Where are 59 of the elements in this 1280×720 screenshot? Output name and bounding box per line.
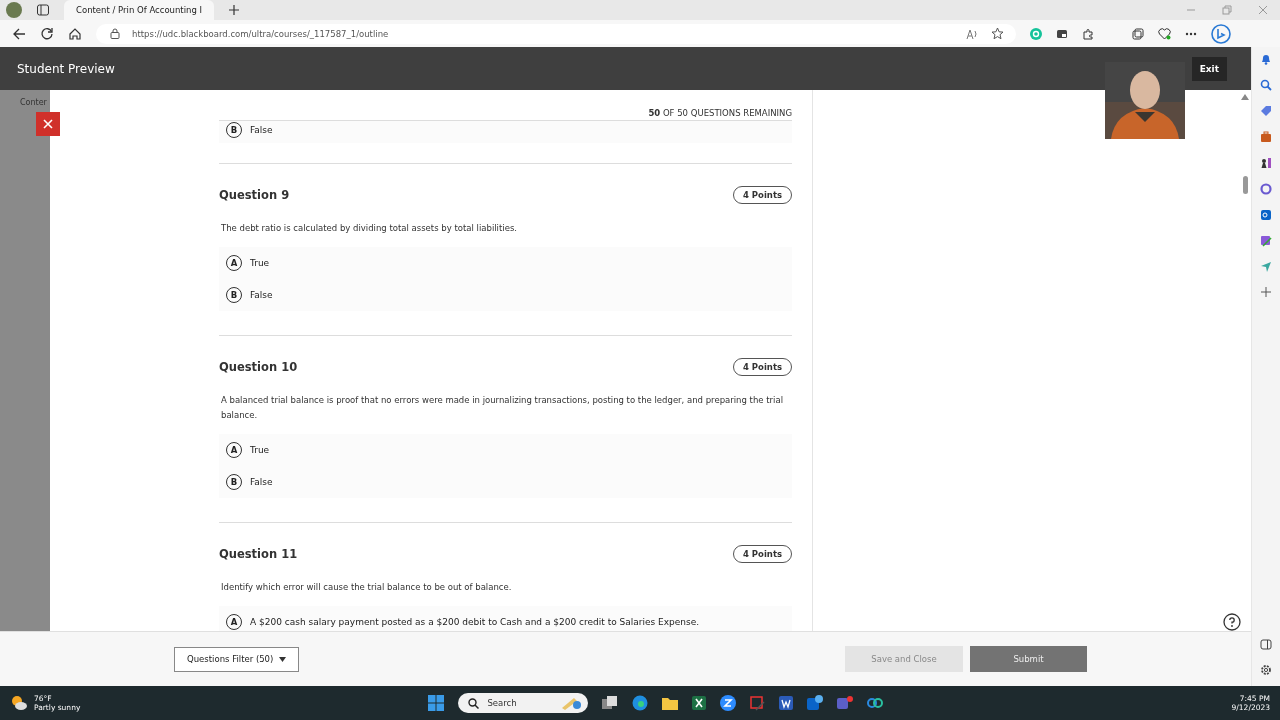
submit-button[interactable]: Submit: [970, 646, 1087, 672]
answer-option[interactable]: B False: [219, 466, 792, 498]
questions-filter-button[interactable]: Questions Filter (50): [174, 646, 300, 672]
spreadsheet-icon[interactable]: [692, 696, 707, 710]
exit-button[interactable]: Exit: [1191, 56, 1227, 81]
search-icon: [468, 697, 480, 709]
lock-icon: [110, 28, 120, 39]
address-field[interactable]: https://udc.blackboard.com/ultra/courses/_117587_1/outline: [96, 23, 1016, 44]
mail-icon[interactable]: [807, 695, 824, 711]
folder-icon[interactable]: [662, 696, 679, 710]
browser-tab[interactable]: Content / Prin Of Accounting I: [64, 0, 214, 20]
home-icon[interactable]: [68, 26, 82, 41]
answer-option[interactable]: A True: [219, 247, 792, 279]
task-view-icon[interactable]: [602, 696, 619, 710]
document-icon[interactable]: [779, 696, 794, 710]
scroll-up-icon[interactable]: [1241, 94, 1249, 100]
close-button[interactable]: [36, 112, 60, 136]
search-icon[interactable]: [1260, 79, 1272, 91]
snipping-icon[interactable]: [750, 695, 766, 711]
side-tab[interactable]: Conter: [20, 98, 50, 107]
browser-icon[interactable]: [632, 695, 649, 711]
star-icon[interactable]: [991, 27, 1004, 40]
taskbar-search-field[interactable]: Search: [458, 693, 589, 713]
heart-pulse-icon[interactable]: [1158, 27, 1171, 40]
read-aloud-icon[interactable]: [966, 27, 979, 40]
sidebar-toggle-icon[interactable]: [1260, 639, 1272, 650]
tag-icon[interactable]: [1260, 105, 1272, 117]
tab-actions-icon[interactable]: [36, 3, 50, 17]
bell-icon[interactable]: [1260, 53, 1272, 65]
add-icon[interactable]: [1261, 287, 1271, 297]
profile-icon[interactable]: [6, 2, 22, 18]
page-title: Student Preview: [17, 61, 116, 76]
back-icon[interactable]: [12, 26, 26, 41]
new-tab-icon[interactable]: [228, 4, 240, 16]
caret-icon: [279, 656, 287, 662]
start-icon[interactable]: [428, 695, 445, 711]
mail-icon[interactable]: [1260, 209, 1272, 221]
more-icon[interactable]: [1185, 31, 1197, 36]
question-text: The debt ratio is calculated by dividing total assets by total liabilities.: [221, 222, 519, 235]
settings-icon[interactable]: [1260, 664, 1272, 676]
weather-icon[interactable]: [10, 695, 28, 711]
question-text: Identify which error will cause the trial balance to be out of balance.: [221, 581, 513, 594]
chess-icon[interactable]: [1260, 157, 1272, 169]
team-chat-icon[interactable]: [837, 695, 854, 711]
send-icon[interactable]: [1260, 261, 1272, 273]
briefcase-icon[interactable]: [1260, 131, 1272, 143]
question-title: Question 9: [219, 188, 290, 202]
answer-option[interactable]: A True: [219, 434, 792, 466]
help-icon[interactable]: [1223, 613, 1241, 631]
question-title: Question 11: [219, 547, 298, 561]
question-text: A balanced trial balance is proof that no errors were made in journalizing transactions, posting to the ledger, and preparing the trial balance.: [221, 394, 784, 422]
scrollbar-thumb[interactable]: [1242, 176, 1248, 194]
refresh-icon[interactable]: [40, 26, 54, 41]
chat-assistant-icon[interactable]: [1211, 23, 1231, 44]
answer-option[interactable]: B False: [219, 279, 792, 311]
answer-option[interactable]: A A $200 cash salary payment posted as a $200 debit to Cash and a $200 credit to Salaries Expense.: [219, 606, 792, 631]
option-text[interactable]: False: [250, 125, 273, 135]
close-icon: [43, 119, 53, 129]
question-title: Question 10: [219, 360, 298, 374]
